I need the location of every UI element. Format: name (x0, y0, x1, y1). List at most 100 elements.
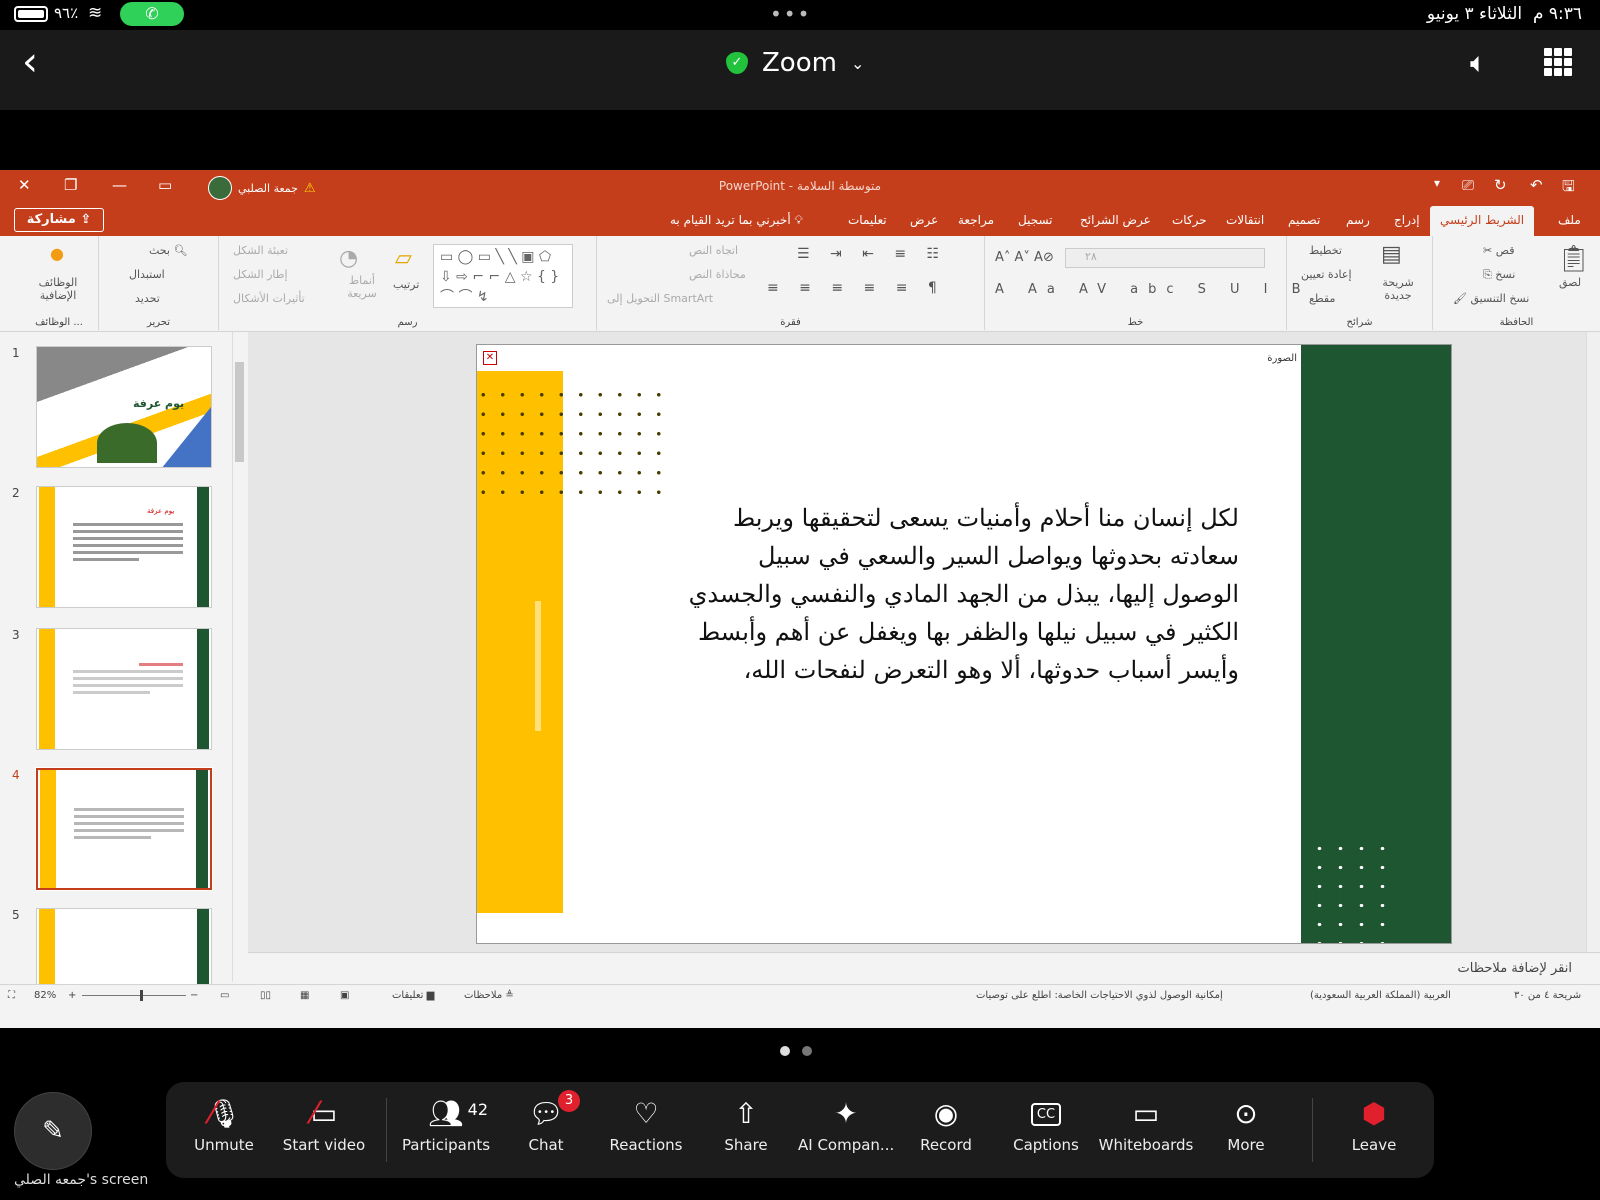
share-screen-button[interactable]: ⇧ Share (698, 1092, 794, 1172)
layout-button[interactable]: تخطيط (1309, 244, 1342, 257)
comments-button[interactable]: تعليقات ▆ (392, 990, 434, 1001)
tab-draw[interactable]: رسم (1346, 213, 1370, 227)
zoom-slider[interactable] (82, 990, 186, 1001)
ribbon: 📋︎ لصق ✂ قص ⎘ نسخ 🖌︎ نسخ التنسيق الحافظة… (0, 236, 1600, 332)
cut-button[interactable]: ✂ قص (1483, 244, 1514, 257)
present-icon[interactable]: ⎚ (1462, 176, 1474, 194)
list-indent-icons[interactable]: ☰ ⇥ ⇤ ≡ ☷ (797, 246, 947, 262)
paste-button[interactable]: لصق (1559, 276, 1581, 289)
new-slide-button[interactable]: شريحة جديدة (1373, 276, 1423, 302)
quick-styles-icon[interactable]: ◔ (339, 246, 358, 271)
slide-thumbnail-3[interactable] (36, 628, 212, 750)
leave-x-icon: ⬢ (1361, 1097, 1387, 1130)
reading-view-icon[interactable]: ▯▯ (260, 990, 271, 1001)
shape-effects-button[interactable]: تأثيرات الأشكال (233, 292, 305, 305)
shared-screen: ✕ ❐ — ▭ جمعة الصلبي ⚠ PowerPoint - متوسط… (0, 170, 1600, 1028)
quick-styles-button[interactable]: أنماط سريعة (345, 274, 379, 300)
normal-view-icon[interactable]: ▣ (340, 990, 349, 1001)
format-painter-button[interactable]: 🖌︎ نسخ التنسيق (1453, 292, 1529, 305)
accessibility-status[interactable]: إمكانية الوصول لذوي الاحتياجات الخاصة: ا… (976, 990, 1223, 1001)
tab-slideshow[interactable]: عرض الشرائح (1080, 213, 1151, 227)
active-call-pill[interactable]: ✆ (120, 2, 184, 26)
reactions-button[interactable]: ♡ Reactions (598, 1092, 694, 1172)
addins-button[interactable]: الوظائف الإضافية (34, 276, 82, 302)
tab-help[interactable]: تعليمات (848, 213, 887, 227)
speaker-icon[interactable]: 🔈︎ (1470, 46, 1487, 80)
replace-button[interactable]: استبدال (129, 268, 165, 281)
reset-button[interactable]: إعادة تعيين (1301, 268, 1352, 281)
tab-view[interactable]: عرض (910, 213, 938, 227)
smartart-button[interactable]: التحويل إلى SmartArt (607, 292, 713, 305)
canvas-scrollbar[interactable] (1586, 332, 1600, 952)
whiteboards-button[interactable]: ▭ Whiteboards (1098, 1092, 1194, 1172)
tab-design[interactable]: تصميم (1288, 213, 1320, 227)
find-button[interactable]: بحث 🔍︎ (149, 244, 187, 257)
leave-button[interactable]: ⬢ Leave (1326, 1092, 1422, 1172)
fit-slide-icon[interactable]: ⛶ (8, 990, 15, 1001)
tab-file[interactable]: ملف (1558, 213, 1581, 227)
slide-thumbnail-4[interactable] (35, 767, 213, 891)
notes-pane[interactable]: انقر لإضافة ملاحظات (248, 952, 1600, 984)
select-button[interactable]: تحديد (135, 292, 160, 305)
shape-outline-button[interactable]: إطار الشكل (233, 268, 288, 281)
tab-animations[interactable]: حركات (1172, 213, 1207, 227)
tab-review[interactable]: مراجعة (958, 213, 994, 227)
more-button[interactable]: ⊙ More (1198, 1092, 1294, 1172)
shape-fill-button[interactable]: تعبئة الشكل (233, 244, 288, 257)
tab-insert[interactable]: إدراج (1394, 213, 1420, 227)
font-format-icons[interactable]: A Aa AV abc S U I B (995, 282, 1311, 297)
addins-icon[interactable]: ● (50, 244, 64, 263)
apps-grid-icon[interactable] (1544, 48, 1572, 76)
sorter-view-icon[interactable]: ▦ (300, 990, 309, 1001)
ai-companion-button[interactable]: ✦ AI Compan... (798, 1092, 894, 1172)
font-grow-icons[interactable]: A˄ A˅ A⊘ (995, 250, 1054, 265)
arrange-button[interactable]: ترتيب (393, 278, 419, 291)
captions-button[interactable]: CC Captions (998, 1092, 1094, 1172)
multitasking-dots-icon[interactable]: ••• (770, 2, 811, 26)
slide-body-text[interactable]: لكل إنسان منا أحلام وأمنيات يسعى لتحقيقه… (667, 499, 1239, 689)
undo-icon[interactable]: ↶ (1530, 176, 1543, 194)
customize-qat-icon[interactable]: ▾ (1434, 176, 1440, 190)
share-button[interactable]: مشاركة ⇪ (14, 208, 104, 232)
text-direction-button[interactable]: اتجاه النص (689, 244, 738, 257)
alignment-icons[interactable]: ≡ ≡ ≡ ≡ ≡ ¶ (767, 280, 945, 296)
page-indicator[interactable] (780, 1046, 812, 1056)
zoom-level[interactable]: 82% (34, 990, 56, 1001)
slide-thumbnail-2[interactable]: يوم عرفة (36, 486, 212, 608)
drawing-group: ▭ ◯ ▭ ╲ ╲ ▣ ⬠ ⇩ ⇨ ⌐ ⌐ △ ☆ { } ⌒ ⌒ ↯ ▱ تر… (218, 236, 596, 330)
participants-button[interactable]: 👥︎ 42 Participants (398, 1092, 494, 1172)
current-slide[interactable]: ✕ الصورة لكل إنسان منا أحلام وأمنيات يسع… (476, 344, 1452, 944)
slide-text-line: سعادته بحدوثها ويواصل السير والسعي في سب… (758, 542, 1239, 570)
section-button[interactable]: مقطع (1309, 292, 1335, 305)
zoom-out-icon[interactable]: − (190, 990, 198, 1001)
arrange-icon[interactable]: ▱ (395, 246, 412, 271)
thumbnails-scrollbar[interactable] (232, 332, 246, 982)
annotate-pencil-button[interactable]: ✎ (14, 1092, 92, 1170)
shapes-gallery[interactable]: ▭ ◯ ▭ ╲ ╲ ▣ ⬠ ⇩ ⇨ ⌐ ⌐ △ ☆ { } ⌒ ⌒ ↯ (433, 244, 573, 308)
paste-icon[interactable]: 📋︎ (1557, 244, 1590, 274)
tell-me-search[interactable]: 💡︎ أخبرني بما تريد القيام به (670, 213, 803, 228)
record-button[interactable]: ◉ Record (898, 1092, 994, 1172)
chat-button[interactable]: 💬︎ 3 Chat (498, 1090, 594, 1172)
redo-icon[interactable]: ↻ (1494, 176, 1507, 194)
slide-thumbnail-1[interactable]: يوم عرفة (36, 346, 212, 468)
tab-record[interactable]: تسجيل (1018, 213, 1053, 227)
clipboard-group: 📋︎ لصق ✂ قص ⎘ نسخ 🖌︎ نسخ التنسيق الحافظة (1432, 236, 1600, 330)
align-text-button[interactable]: محاذاة النص (689, 268, 746, 281)
meeting-title[interactable]: ✓ Zoom ⌄ (726, 48, 864, 78)
zoom-in-icon[interactable]: + (68, 990, 76, 1001)
thumbnail-number: 3 (12, 628, 20, 642)
copy-button[interactable]: ⎘ نسخ (1483, 268, 1515, 282)
participants-icon: 👥︎ 42 (398, 1092, 494, 1136)
new-slide-icon[interactable]: ▤ (1381, 242, 1402, 267)
slideshow-view-icon[interactable]: ▭ (220, 990, 229, 1001)
notes-button[interactable]: ملاحظات ≜ (464, 990, 514, 1001)
font-size-box[interactable]: ٢٨ (1085, 250, 1097, 263)
unmute-button[interactable]: 🎙︎ ⁄ Unmute (176, 1092, 272, 1172)
slide-thumbnail-5[interactable] (36, 908, 212, 988)
tab-transitions[interactable]: انتقالات (1226, 213, 1264, 227)
back-chevron-icon[interactable]: ‹ (22, 42, 38, 82)
tab-home[interactable]: الشريط الرئيسي (1430, 206, 1535, 236)
start-video-button[interactable]: ▭ ⁄ Start video (276, 1092, 372, 1172)
save-icon[interactable]: 🖫 (1562, 176, 1575, 201)
